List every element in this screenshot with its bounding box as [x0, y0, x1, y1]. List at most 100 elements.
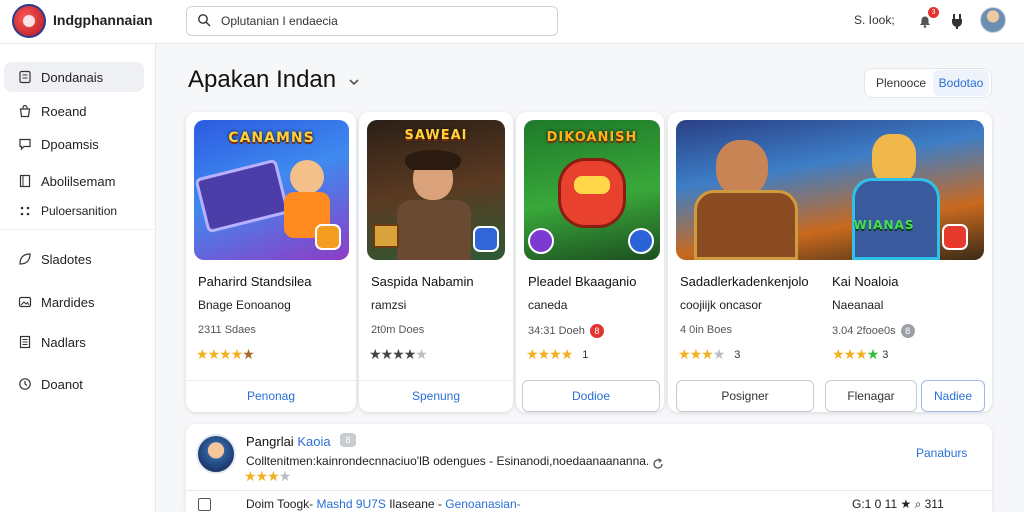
star-rating: ★ ★ ★ ★ 3: [832, 346, 888, 363]
game-card[interactable]: DIKOANISH Pleadel Bkaaganio caneda 34:31…: [516, 112, 664, 412]
rating-count: 3: [882, 348, 889, 361]
sidebar-item-dpoamsis[interactable]: Dpoamsis: [4, 129, 144, 159]
game-badge: [942, 224, 968, 250]
game-card-wide[interactable]: WIANAS Sadadlerkadenkenjolo coojiijk onc…: [668, 112, 992, 412]
artwork-character-body: [397, 200, 471, 260]
document-icon: [19, 335, 31, 349]
sidebar-item-label: Dondanais: [41, 69, 104, 85]
search-icon: [198, 14, 211, 27]
star-icon: ★: [855, 346, 868, 362]
card-secondary-button[interactable]: Nadiee: [921, 380, 985, 412]
toggle-option-bodotao[interactable]: Bodotao: [933, 70, 989, 96]
row-link[interactable]: Mashd 9U7S: [316, 497, 385, 511]
artwork-hair: [405, 150, 461, 170]
top-header: Indgphannaian S. Iook; 3: [0, 0, 1024, 44]
star-icon: ★: [560, 346, 574, 362]
game-subtitle: coojiijk oncasor: [680, 298, 763, 312]
sidebar: Dondanais Roeand Dpoamsis Abolilsemam Pu…: [0, 44, 156, 512]
star-icon: ★: [712, 346, 726, 362]
star-icon: ★: [196, 346, 209, 362]
artwork-character: [290, 160, 324, 194]
star-rating: ★★★★: [244, 468, 292, 485]
star-icon: ★: [832, 346, 845, 362]
game-name[interactable]: Pleadel Bkaaganio: [528, 274, 636, 289]
activity-pill: 8: [340, 433, 356, 447]
header-user-text[interactable]: S. Iook;: [854, 13, 895, 27]
sidebar-divider: [0, 229, 156, 230]
sidebar-item-nadlars[interactable]: Nadlars: [4, 327, 144, 357]
game-meta: 4 0in Boes: [680, 324, 732, 336]
app-logo[interactable]: [12, 4, 46, 38]
sidebar-item-mardides[interactable]: Mardides: [4, 287, 144, 317]
bell-icon[interactable]: 3: [914, 7, 939, 32]
game-card[interactable]: SAWEAI Saspida Nabamin ramzsi 2t0m Does …: [359, 112, 513, 412]
card-action-button[interactable]: Posigner: [676, 380, 814, 412]
game-badge-right: [628, 228, 654, 254]
sidebar-item-label: Sladotes: [41, 251, 92, 267]
star-icon: ★: [526, 346, 539, 362]
sidebar-item-label: Doanot: [41, 376, 83, 392]
star-icon: ★: [267, 468, 280, 484]
search-input[interactable]: [221, 12, 541, 30]
sidebar-item-abolilsemam[interactable]: Abolilsemam: [4, 166, 144, 196]
sidebar-item-sladotes[interactable]: Sladotes: [4, 244, 144, 274]
sidebar-item-label: Dpoamsis: [41, 136, 99, 152]
star-icon: ★: [207, 346, 221, 362]
search-box[interactable]: [186, 6, 558, 36]
card-action-button[interactable]: Penonag: [186, 380, 356, 412]
grid-icon: [20, 206, 30, 216]
rating-count: 3: [734, 348, 741, 361]
sidebar-item-dondanais[interactable]: Dondanais: [4, 62, 144, 92]
card-action-button[interactable]: Spenung: [359, 380, 513, 412]
star-icon: ★: [380, 346, 394, 362]
toggle-option-plenooce[interactable]: Plenooce: [869, 69, 933, 97]
star-rating: ★ ★ ★ ★ 1: [526, 346, 588, 363]
card-action-button[interactable]: Flenagar: [825, 380, 917, 412]
game-badge-left: [528, 228, 554, 254]
game-meta: 34:31 Doeh 8: [528, 324, 604, 338]
game-name[interactable]: Saspida Nabamin: [371, 274, 474, 289]
artwork-robot-eyes: [574, 176, 610, 194]
game-name[interactable]: Paharird Standsilea: [198, 274, 311, 289]
game-meta-text: 4 0in Boes: [680, 324, 732, 336]
artwork-warrior-body: [694, 190, 798, 260]
card-action-button[interactable]: Dodioe: [522, 380, 660, 412]
chevron-down-icon[interactable]: [348, 76, 360, 88]
activity-panel: Pangrlai Kaoia 8 Colltenitmen:kainrondec…: [186, 424, 992, 512]
plug-icon[interactable]: [946, 10, 968, 32]
sidebar-item-puloersanition[interactable]: Puloersanition: [4, 196, 144, 226]
game-artwork[interactable]: DIKOANISH: [524, 120, 660, 260]
game-name[interactable]: Sadadlerkadenkenjolo: [680, 274, 809, 289]
row-actions[interactable]: G:1 0 11 ★ ⌕ 311: [852, 497, 944, 512]
star-rating: ★ ★ ★ ★ 3: [678, 346, 740, 363]
game-artwork[interactable]: SAWEAI: [367, 120, 505, 260]
row-checkbox[interactable]: [198, 498, 211, 511]
game-cards: CANAMNS Paharird Standsilea Bnage Eonoan…: [186, 112, 992, 416]
game-artwork[interactable]: WIANAS: [676, 120, 984, 260]
star-icon: ★: [278, 468, 292, 484]
clock-icon: [19, 378, 31, 390]
game-meta: 2t0m Does: [371, 324, 424, 336]
star-icon: ★: [244, 468, 257, 484]
avatar[interactable]: [196, 434, 236, 474]
game-artwork[interactable]: CANAMNS: [194, 120, 349, 260]
activity-description: Colltenitmen:kainrondecnnaciuo'lB odengu…: [246, 454, 650, 468]
game-name[interactable]: Kai Noaloia: [832, 274, 899, 289]
game-meta: 3.04 2fooe0s 8: [832, 324, 915, 338]
activity-link[interactable]: Panaburs: [916, 446, 967, 460]
sidebar-item-doanot[interactable]: Doanot: [4, 369, 144, 399]
sidebar-item-roeand[interactable]: Roeand: [4, 96, 144, 126]
star-icon: ★: [369, 346, 382, 362]
user-avatar[interactable]: [980, 7, 1006, 33]
activity-tag[interactable]: Kaoia: [297, 434, 330, 449]
artwork-title: CANAMNS: [228, 130, 315, 146]
refresh-icon[interactable]: [652, 458, 664, 470]
row-text: Doim Toogk- Mashd 9U7S Ilaseane - Genoan…: [246, 497, 521, 511]
star-icon: ★: [255, 468, 269, 484]
game-meta-text: 2311 Sdaes: [198, 324, 256, 336]
game-subtitle: Bnage Eonoanog: [198, 298, 291, 312]
row-link[interactable]: Genoanasian-: [445, 497, 520, 511]
game-card[interactable]: CANAMNS Paharird Standsilea Bnage Eonoan…: [186, 112, 356, 412]
list-item[interactable]: Doim Toogk- Mashd 9U7S Ilaseane - Genoan…: [198, 496, 988, 512]
game-subtitle: caneda: [528, 298, 568, 312]
